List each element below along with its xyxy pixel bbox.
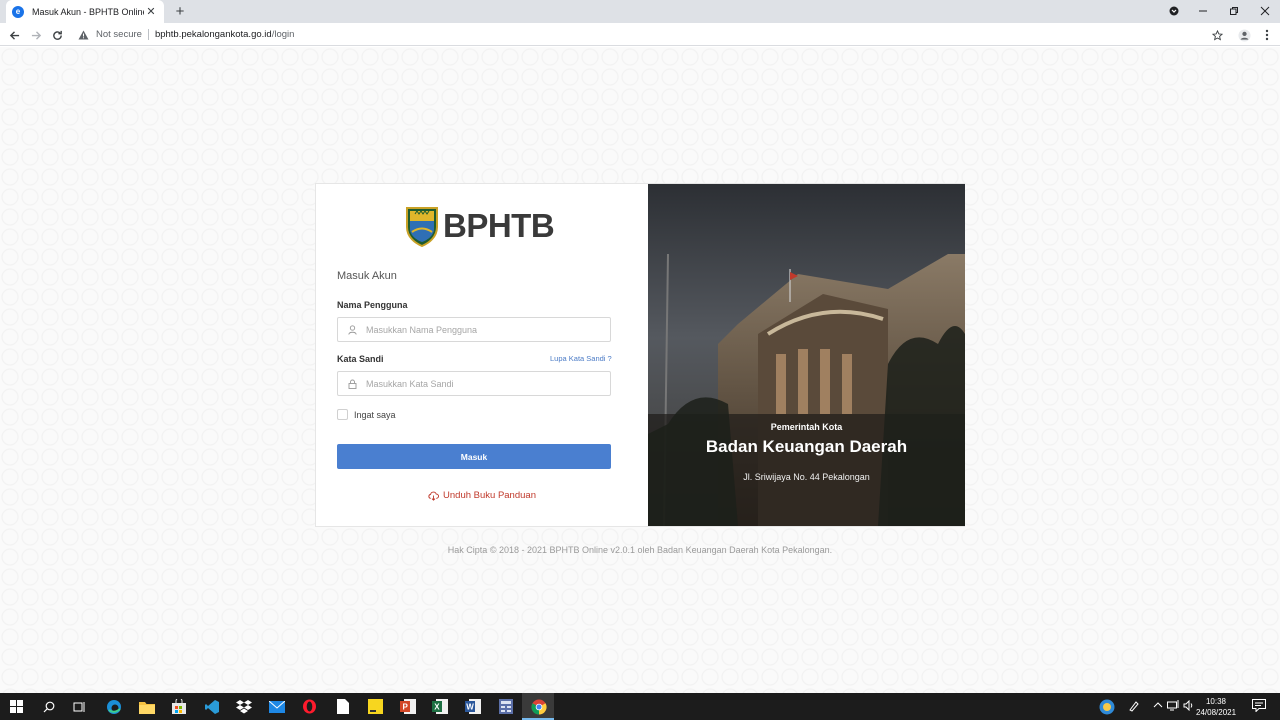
notepad-icon[interactable] bbox=[334, 698, 351, 715]
reload-button[interactable] bbox=[49, 27, 65, 43]
clock-time: 10:38 bbox=[1205, 697, 1227, 706]
svg-text:W: W bbox=[466, 703, 474, 712]
minimize-button[interactable] bbox=[1195, 3, 1211, 19]
page-background: BPHTB Masuk Akun Nama Pengguna Kata Sand… bbox=[0, 47, 1280, 693]
login-button[interactable]: Masuk bbox=[337, 444, 611, 469]
favicon-icon: e bbox=[12, 5, 24, 18]
password-input[interactable] bbox=[366, 378, 606, 389]
form-title: Masuk Akun bbox=[337, 270, 397, 282]
edge-icon[interactable] bbox=[105, 698, 122, 715]
password-field[interactable] bbox=[337, 371, 611, 396]
store-icon[interactable] bbox=[170, 698, 187, 715]
menu-dots-icon[interactable] bbox=[1259, 27, 1275, 43]
lock-icon bbox=[346, 378, 358, 390]
url-path: /login bbox=[271, 29, 295, 40]
calculator-icon[interactable] bbox=[497, 698, 514, 715]
warning-icon bbox=[78, 29, 90, 41]
weather-help-icon[interactable] bbox=[1098, 698, 1115, 715]
pen-workspace-icon[interactable] bbox=[1128, 700, 1140, 715]
username-input[interactable] bbox=[366, 324, 606, 335]
address-bar[interactable]: Not secure bphtb.pekalongankota.go.id/lo… bbox=[74, 26, 1204, 43]
task-view-icon[interactable] bbox=[71, 698, 88, 715]
svg-text:X: X bbox=[434, 703, 440, 712]
download-guide-label[interactable]: Unduh Buku Panduan bbox=[443, 490, 536, 501]
user-icon bbox=[346, 324, 358, 336]
show-hidden-icons-icon[interactable] bbox=[1153, 700, 1163, 713]
back-button[interactable] bbox=[6, 27, 22, 43]
opera-icon[interactable] bbox=[301, 698, 318, 715]
banner-subtitle: Pemerintah Kota bbox=[770, 422, 843, 432]
url-host: bphtb.pekalongankota.go.id bbox=[154, 29, 272, 40]
forward-button[interactable] bbox=[28, 27, 44, 43]
address-separator bbox=[147, 29, 149, 40]
banner-address: Jl. Sriwijaya No. 44 Pekalongan bbox=[743, 472, 870, 482]
browser-toolbar: Not secure bphtb.pekalongankota.go.id/lo… bbox=[0, 23, 1280, 46]
new-tab-button[interactable]: + bbox=[172, 3, 188, 20]
security-label[interactable]: Not secure bbox=[96, 29, 142, 40]
network-icon[interactable] bbox=[1167, 700, 1180, 714]
bphtb-logo: BPHTB bbox=[405, 205, 555, 247]
browser-tabstrip: e Masuk Akun - BPHTB Online ✕ + bbox=[0, 0, 1280, 23]
username-label: Nama Pengguna bbox=[337, 300, 408, 310]
vscode-icon[interactable] bbox=[203, 698, 220, 715]
forgot-password-link[interactable]: Lupa Kata Sandi ? bbox=[550, 354, 612, 363]
remember-me[interactable]: Ingat saya bbox=[337, 409, 396, 420]
excel-icon[interactable]: X bbox=[431, 698, 448, 715]
file-explorer-icon[interactable] bbox=[138, 698, 155, 715]
word-icon[interactable]: W bbox=[464, 698, 481, 715]
crest-icon bbox=[406, 207, 438, 247]
password-label: Kata Sandi bbox=[337, 354, 384, 364]
profile-menu-icon[interactable] bbox=[1166, 3, 1182, 19]
login-panel: BPHTB Masuk Akun Nama Pengguna Kata Sand… bbox=[316, 184, 648, 526]
tab-title: Masuk Akun - BPHTB Online bbox=[32, 6, 144, 17]
bookmark-star-icon[interactable] bbox=[1209, 27, 1225, 43]
chrome-icon[interactable] bbox=[530, 698, 547, 715]
powerpoint-icon[interactable]: P bbox=[399, 698, 416, 715]
footer-copyright: Hak Cipta © 2018 - 2021 BPHTB Online v2.… bbox=[447, 545, 833, 555]
restore-button[interactable] bbox=[1226, 3, 1242, 19]
close-window-button[interactable] bbox=[1257, 3, 1273, 19]
search-icon[interactable] bbox=[40, 698, 57, 715]
login-card: BPHTB Masuk Akun Nama Pengguna Kata Sand… bbox=[315, 183, 965, 527]
username-field[interactable] bbox=[337, 317, 611, 342]
windows-start-icon[interactable] bbox=[8, 698, 25, 715]
remember-label[interactable]: Ingat saya bbox=[354, 410, 396, 420]
volume-icon[interactable] bbox=[1183, 699, 1195, 714]
clock-date: 24/08/2021 bbox=[1196, 708, 1237, 717]
browser-tab[interactable]: e Masuk Akun - BPHTB Online ✕ bbox=[6, 0, 164, 23]
tab-close-icon[interactable]: ✕ bbox=[144, 5, 158, 19]
mail-icon[interactable] bbox=[268, 698, 285, 715]
notifications-icon[interactable] bbox=[1252, 699, 1266, 715]
windows-taskbar: P X W 10:38 24/08/2021 bbox=[0, 693, 1280, 720]
sticky-notes-icon[interactable] bbox=[367, 698, 384, 715]
account-icon[interactable] bbox=[1236, 27, 1252, 43]
svg-text:P: P bbox=[402, 703, 408, 712]
download-guide-link[interactable]: Unduh Buku Panduan bbox=[316, 490, 648, 501]
logo-text: BPHTB bbox=[443, 207, 555, 244]
building-photo-panel: Pemerintah Kota Badan Keuangan Daerah Jl… bbox=[648, 184, 965, 526]
remember-checkbox[interactable] bbox=[337, 409, 348, 420]
cloud-download-icon bbox=[428, 491, 440, 501]
taskbar-clock[interactable]: 10:38 24/08/2021 bbox=[1196, 696, 1236, 718]
banner-title: Badan Keuangan Daerah bbox=[705, 437, 908, 456]
dropbox-icon[interactable] bbox=[235, 698, 252, 715]
